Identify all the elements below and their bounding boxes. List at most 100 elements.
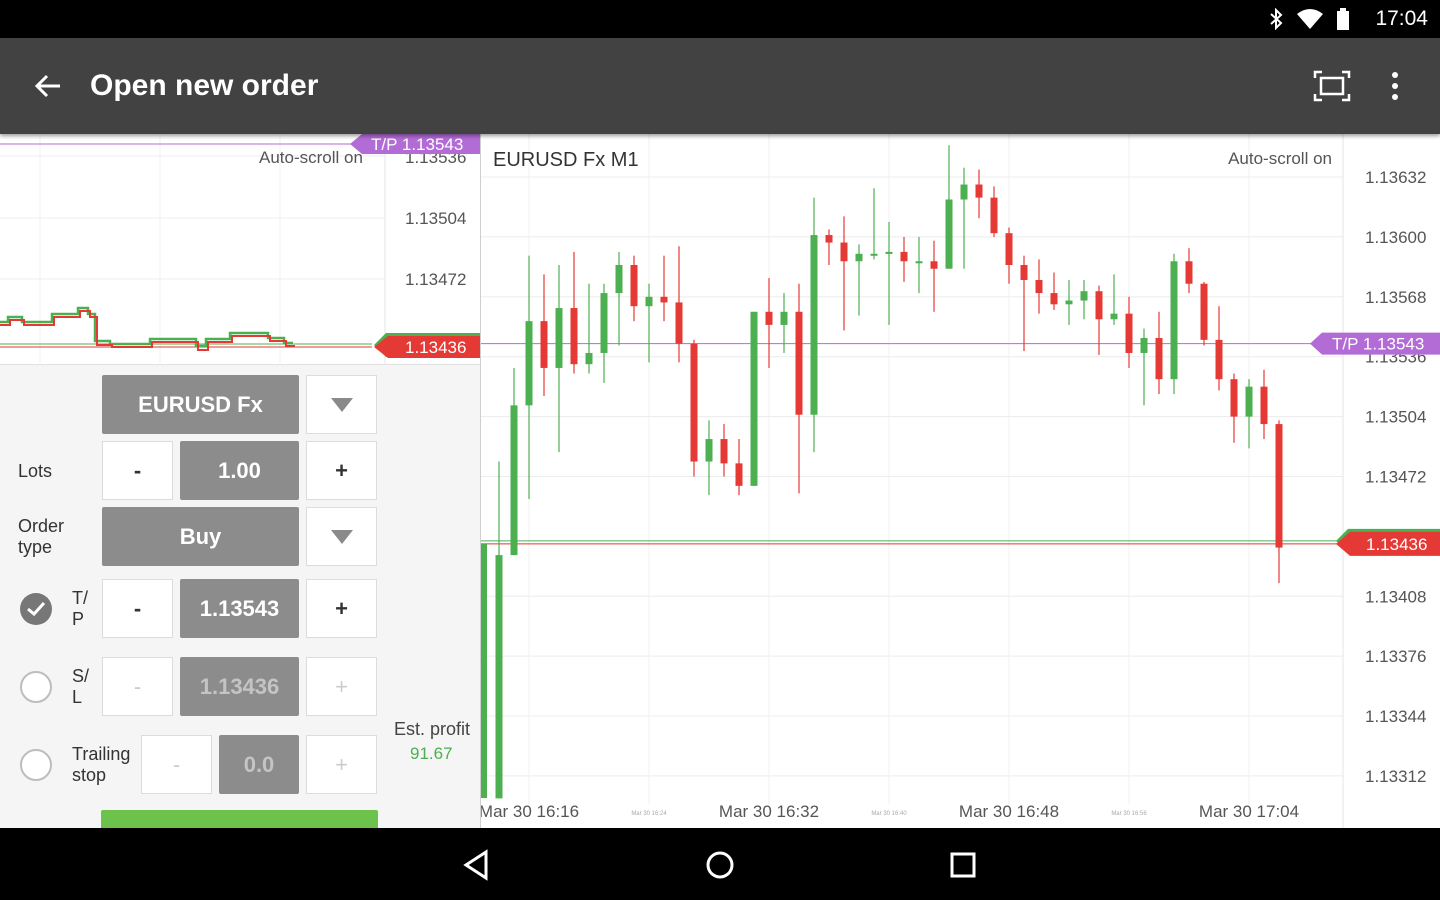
sl-value[interactable]: 1.13436 <box>180 657 299 716</box>
candle-body <box>540 321 548 368</box>
price-chart[interactable]: 1.13632 1.13600 1.13568 1.13536 1.13504 1.134… <box>479 134 1440 828</box>
y-tick-label: 1.13568 <box>1365 288 1426 307</box>
candle-body <box>481 543 487 798</box>
order-type-value: Buy <box>179 523 222 549</box>
symbol-value: EURUSD Fx <box>138 391 263 417</box>
candle-body <box>630 265 638 307</box>
candle-body <box>1275 424 1283 548</box>
candle-body <box>705 439 713 462</box>
chart-grid <box>481 134 1440 828</box>
minus-label: - <box>133 673 142 699</box>
back-arrow-icon[interactable] <box>30 68 66 104</box>
candle-body <box>645 296 653 307</box>
order-type-select[interactable]: Buy <box>102 507 299 566</box>
sl-checkbox[interactable] <box>20 671 52 703</box>
candle-body <box>690 343 698 462</box>
trailing-stop-checkbox[interactable] <box>20 749 52 781</box>
candle-body <box>555 308 563 368</box>
candle-body <box>825 235 833 243</box>
mini-tp-label: T/P 1.13543 <box>371 135 463 154</box>
candle-body <box>1005 233 1013 266</box>
candle-body <box>750 311 758 486</box>
candle-body <box>915 261 923 264</box>
order-panel: Auto-scroll on 1.13536 1.13504 1.13472 T… <box>0 134 481 828</box>
candle-body <box>870 253 878 256</box>
sl-plus-button[interactable]: + <box>306 657 377 716</box>
lots-label: Lots <box>18 461 53 481</box>
candle-body <box>780 311 788 325</box>
trailing-minus-button[interactable]: - <box>141 735 212 794</box>
candle-body <box>885 251 893 254</box>
minus-label: - <box>133 457 142 483</box>
candle-series <box>481 145 1283 799</box>
status-bar: 17:04 <box>0 0 1440 38</box>
candle-body <box>585 352 593 365</box>
candle-body <box>840 242 848 262</box>
candle-body <box>675 302 683 344</box>
sl-minus-button[interactable]: - <box>102 657 173 716</box>
y-tick-label: 1.13472 <box>1365 467 1426 486</box>
x-minor-tick-label: Mar 30 16:40 <box>871 811 907 817</box>
x-tick-label: Mar 30 16:48 <box>959 802 1059 821</box>
lots-value[interactable]: 1.00 <box>180 441 299 500</box>
sl-value-text: 1.13436 <box>199 673 280 699</box>
candle-body <box>1035 279 1043 294</box>
candle-body <box>1170 261 1178 380</box>
candle-body <box>1080 291 1088 301</box>
nav-home-icon[interactable] <box>703 848 737 882</box>
more-vert-icon[interactable] <box>1382 68 1408 104</box>
fullscreen-icon[interactable] <box>1312 68 1352 104</box>
plus-label: + <box>335 673 348 699</box>
y-tick-label: 1.13344 <box>1365 707 1426 726</box>
candle-body <box>900 251 908 262</box>
mini-price-green <box>0 306 293 348</box>
candle-body <box>600 293 608 353</box>
candle-body <box>1125 313 1133 353</box>
autoscroll-label: Auto-scroll on <box>1228 149 1332 168</box>
candle-body <box>1155 337 1163 380</box>
y-tick-label: 1.13632 <box>1365 168 1426 187</box>
symbol-dropdown-button[interactable] <box>306 375 377 434</box>
order-form: EURUSD Fx Lots - 1.00 + Order type Buy T… <box>0 365 481 828</box>
tp-minus-button[interactable]: - <box>102 579 173 638</box>
plus-label: + <box>335 751 348 777</box>
candle-body <box>1185 261 1193 284</box>
submit-order-button[interactable] <box>101 810 378 828</box>
lots-minus-button[interactable]: - <box>102 441 173 500</box>
tp-checkbox[interactable] <box>20 593 52 625</box>
battery-icon <box>1337 8 1349 30</box>
y-tick-label: 1.13312 <box>1365 767 1426 786</box>
nav-recents-icon[interactable] <box>946 848 980 882</box>
nav-back-icon[interactable] <box>460 848 494 882</box>
tp-value[interactable]: 1.13543 <box>180 579 299 638</box>
price-label: 1.13436 <box>1366 535 1427 554</box>
candle-body <box>1110 313 1118 320</box>
tp-value-text: 1.13543 <box>199 595 280 621</box>
candle-body <box>525 321 533 406</box>
lots-plus-button[interactable]: + <box>306 441 377 500</box>
y-tick-label: 1.13504 <box>1365 408 1426 427</box>
status-icons <box>1268 8 1350 30</box>
mini-chart[interactable]: Auto-scroll on 1.13536 1.13504 1.13472 T… <box>0 134 481 365</box>
wifi-icon <box>1297 9 1323 29</box>
status-time: 17:04 <box>1375 7 1428 30</box>
plus-label: + <box>335 595 348 621</box>
tp-plus-button[interactable]: + <box>306 579 377 638</box>
x-minor-tick-label: Mar 30 16:56 <box>1111 811 1147 817</box>
order-type-dropdown-button[interactable] <box>306 507 377 566</box>
candle-body <box>960 184 968 200</box>
y-tick-label: 1.13600 <box>1365 228 1426 247</box>
symbol-select[interactable]: EURUSD Fx <box>102 375 299 434</box>
candle-body <box>495 555 503 799</box>
candle-body <box>570 308 578 365</box>
y-tick-label: 1.13408 <box>1365 587 1426 606</box>
candle-body <box>1245 386 1253 417</box>
candle-body <box>975 184 983 198</box>
chevron-down-icon <box>330 529 353 544</box>
bluetooth-icon <box>1270 8 1283 30</box>
candle-body <box>930 261 938 269</box>
candle-body <box>1230 379 1238 417</box>
trailing-value[interactable]: 0.0 <box>219 735 299 794</box>
candlestick-chart: 1.136321.136001.135681.135361.135041.134… <box>479 134 1440 828</box>
trailing-plus-button[interactable]: + <box>306 735 377 794</box>
